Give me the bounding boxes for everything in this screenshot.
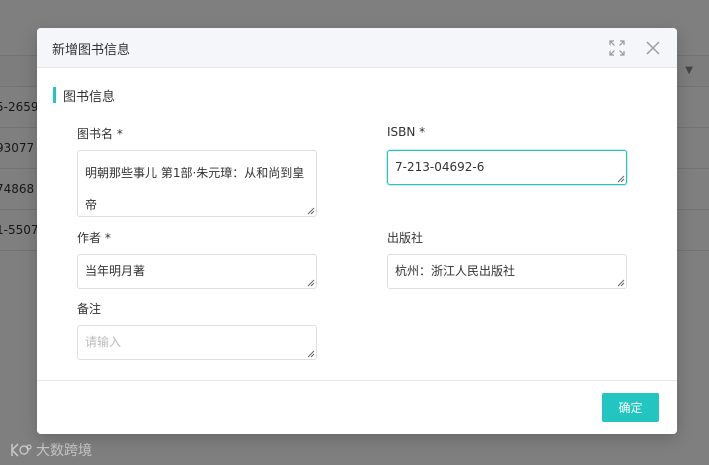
author-field[interactable]: 当年明月著 [77, 254, 317, 289]
remark-label: 备注 [77, 302, 102, 316]
watermark: 大数跨境 [10, 440, 92, 460]
publisher-label: 出版社 [387, 231, 424, 245]
book-name-label: 图书名 * [77, 127, 123, 141]
watermark-text: 大数跨境 [36, 443, 92, 459]
logo-icon [11, 443, 32, 457]
publisher-field[interactable]: 杭州：浙江人民出版社 [387, 254, 627, 289]
author-label: 作者 * [77, 231, 111, 245]
resize-handle-icon[interactable] [307, 350, 315, 358]
book-name-value: 明朝那些事儿 第1部·朱元璋：从和尚到皇帝 [85, 166, 305, 212]
resize-handle-icon[interactable] [307, 207, 315, 215]
confirm-button[interactable]: 确定 [602, 393, 659, 422]
close-button[interactable] [643, 38, 663, 58]
add-book-dialog: 新增图书信息 图书信息 图书名 * 明朝那些事儿 第1部·朱元璋：从和尚到皇帝 … [37, 28, 677, 434]
close-icon [646, 41, 660, 55]
resize-handle-icon[interactable] [617, 175, 625, 183]
remark-field[interactable]: 请输入 [77, 325, 317, 360]
fullscreen-icon [609, 40, 625, 56]
fullscreen-button[interactable] [607, 38, 627, 58]
publisher-value: 杭州：浙江人民出版社 [395, 264, 516, 278]
dialog-footer: 确定 [37, 380, 677, 434]
book-name-field[interactable]: 明朝那些事儿 第1部·朱元璋：从和尚到皇帝 [77, 150, 317, 217]
author-value: 当年明月著 [85, 264, 146, 278]
section-accent-bar [53, 87, 56, 103]
isbn-label: ISBN * [387, 125, 426, 139]
section-header: 图书信息 [53, 87, 116, 105]
dialog-title: 新增图书信息 [52, 43, 131, 58]
resize-handle-icon[interactable] [617, 279, 625, 287]
dialog-body: 图书信息 图书名 * 明朝那些事儿 第1部·朱元璋：从和尚到皇帝 ISBN * … [37, 68, 677, 380]
isbn-field[interactable]: 7-213-04692-6 [387, 150, 627, 185]
section-title: 图书信息 [63, 89, 116, 105]
resize-handle-icon[interactable] [307, 279, 315, 287]
remark-placeholder: 请输入 [85, 335, 122, 349]
dialog-header: 新增图书信息 [37, 28, 677, 68]
isbn-value: 7-213-04692-6 [395, 160, 485, 174]
